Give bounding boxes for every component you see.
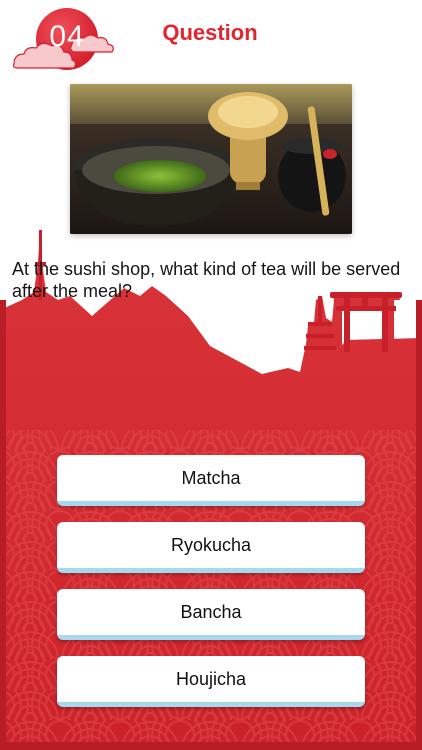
answer-label: Bancha xyxy=(180,601,242,622)
answer-label: Houjicha xyxy=(175,668,247,689)
answer-list: Matcha Ryokucha Bancha Houjicha xyxy=(57,455,367,723)
answer-button-matcha[interactable]: Matcha xyxy=(57,455,365,506)
answer-button-bancha[interactable]: Bancha xyxy=(57,589,365,640)
answer-button-ryokucha[interactable]: Ryokucha xyxy=(57,522,365,573)
question-text: At the sushi shop, what kind of tea will… xyxy=(12,259,401,301)
answer-label: Matcha xyxy=(181,467,241,488)
quiz-screen: 04 Question At the sushi shop, what kind… xyxy=(0,0,422,750)
answer-button-houjicha[interactable]: Houjicha xyxy=(57,656,365,707)
answer-label: Ryokucha xyxy=(170,534,252,555)
